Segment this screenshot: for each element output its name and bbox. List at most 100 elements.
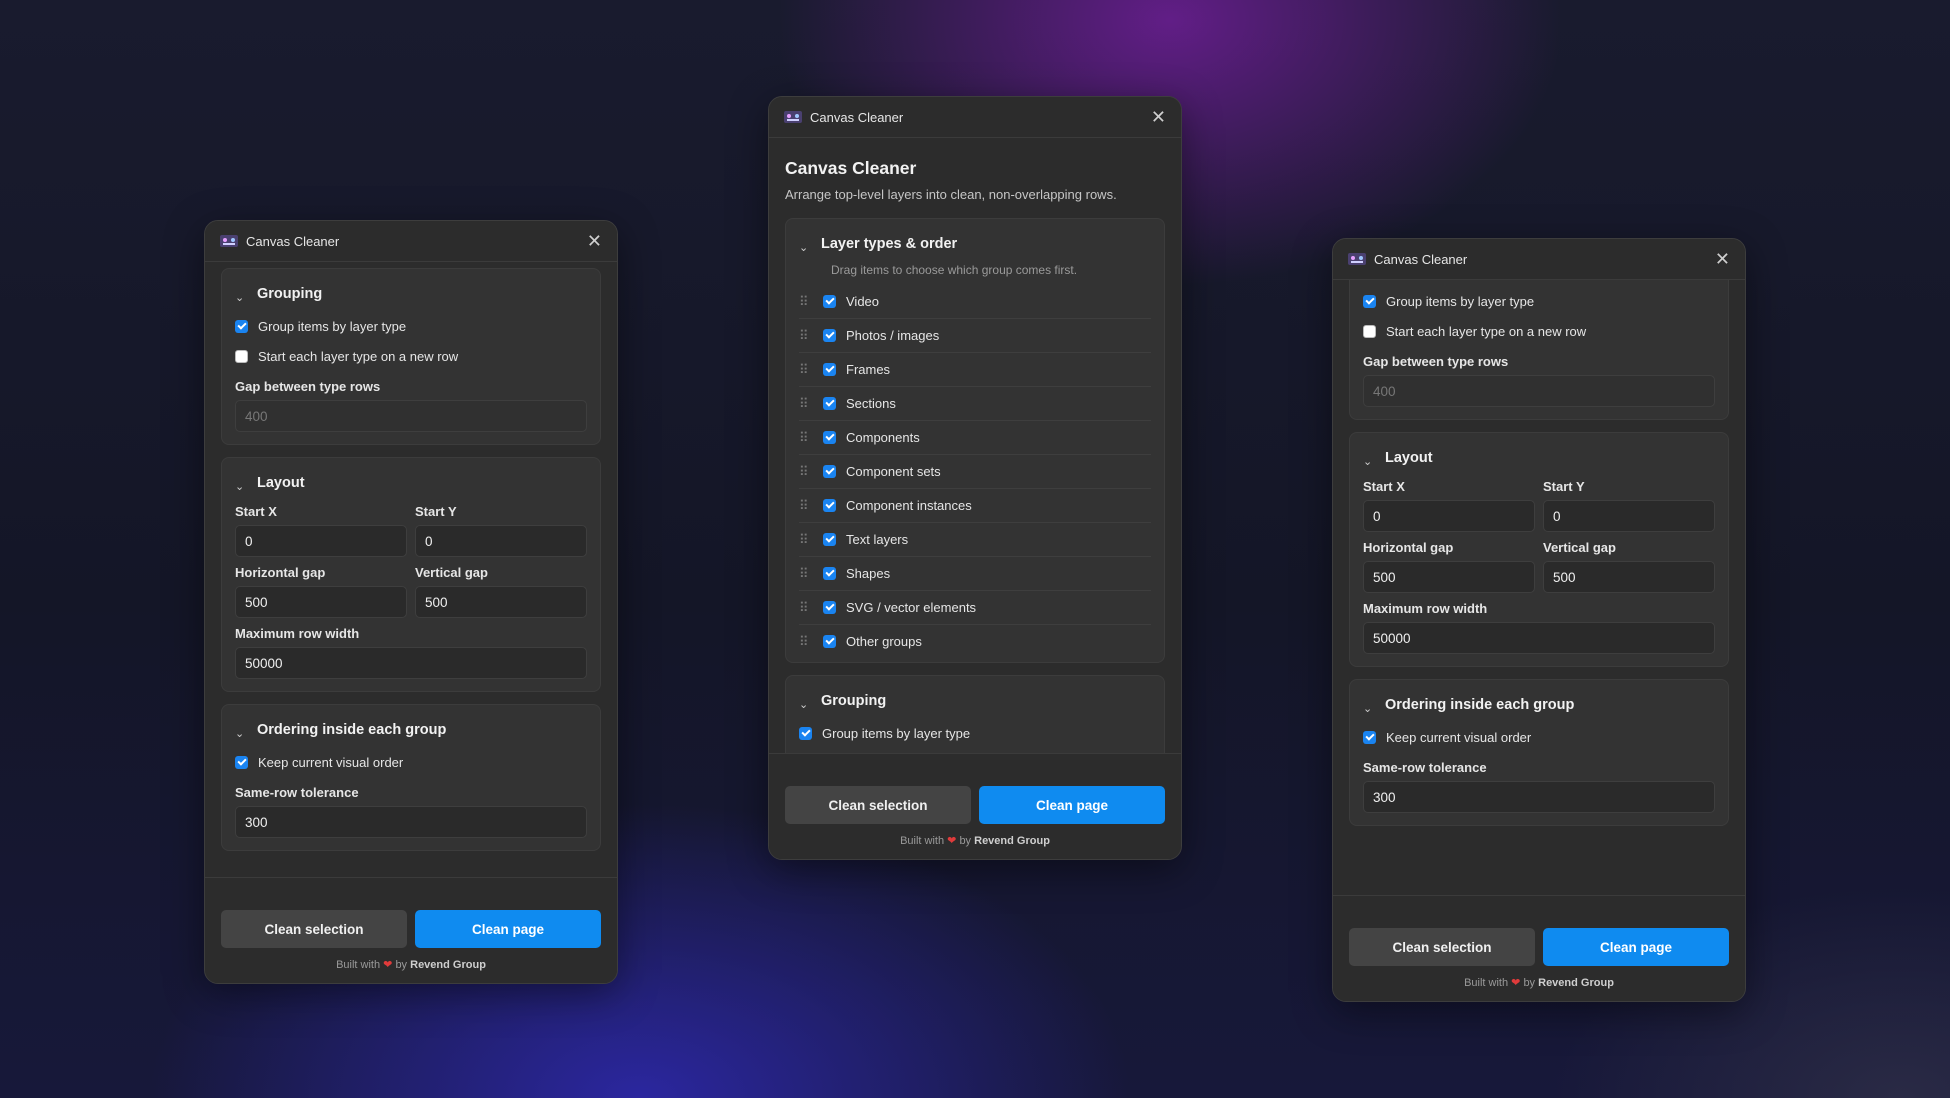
close-icon[interactable]: ✕: [1151, 108, 1166, 126]
layer-type-label: Sections: [846, 396, 896, 411]
checkbox-unchecked-icon[interactable]: [1363, 324, 1376, 338]
close-icon[interactable]: ✕: [587, 232, 602, 250]
max-row-width-input[interactable]: 50000: [1363, 622, 1715, 654]
keep-order-checkbox[interactable]: Keep current visual order: [235, 747, 587, 777]
start-x-input[interactable]: 0: [1363, 500, 1535, 532]
layer-type-row[interactable]: ⠿ Component instances: [799, 489, 1151, 523]
layer-type-row[interactable]: ⠿ Other groups: [799, 625, 1151, 658]
group-by-type-checkbox[interactable]: Group items by layer type: [235, 311, 587, 341]
checkbox-checked-icon[interactable]: [823, 329, 836, 342]
grouping-card: ⌄ Grouping Group items by layer type Sta…: [221, 268, 601, 445]
checkbox-checked-icon[interactable]: [823, 635, 836, 648]
clean-selection-button[interactable]: Clean selection: [1349, 928, 1535, 966]
drag-handle-icon[interactable]: ⠿: [799, 362, 823, 378]
drag-handle-icon[interactable]: ⠿: [799, 396, 823, 412]
heart-icon: ❤: [383, 959, 393, 971]
field-label: Same-row tolerance: [1363, 760, 1487, 775]
drag-handle-icon[interactable]: ⠿: [799, 600, 823, 616]
drag-handle-icon[interactable]: ⠿: [799, 430, 823, 446]
layer-type-row[interactable]: ⠿ Photos / images: [799, 319, 1151, 353]
new-row-checkbox[interactable]: Start each layer type on a new row: [1363, 316, 1715, 346]
vertical-gap-input[interactable]: 500: [1543, 561, 1715, 593]
horizontal-gap-input[interactable]: 500: [235, 586, 407, 618]
layout-header[interactable]: ⌄ Layout: [235, 470, 587, 496]
drag-handle-icon[interactable]: ⠿: [799, 328, 823, 344]
drag-handle-icon[interactable]: ⠿: [799, 634, 823, 650]
layout-header[interactable]: ⌄ Layout: [1363, 445, 1715, 471]
clean-selection-button[interactable]: Clean selection: [785, 786, 971, 824]
max-row-width-input[interactable]: 50000: [235, 647, 587, 679]
checkbox-checked-icon[interactable]: [823, 499, 836, 512]
tolerance-input[interactable]: 300: [235, 806, 587, 838]
checkbox-checked-icon[interactable]: [235, 755, 248, 769]
checkbox-label: Start each layer type on a new row: [258, 348, 459, 364]
clean-page-button[interactable]: Clean page: [1543, 928, 1729, 966]
clean-page-button[interactable]: Clean page: [415, 910, 601, 948]
checkbox-checked-icon[interactable]: [823, 465, 836, 478]
checkbox-checked-icon[interactable]: [799, 726, 812, 740]
drag-handle-icon[interactable]: ⠿: [799, 294, 823, 310]
horizontal-gap-input[interactable]: 500: [1363, 561, 1535, 593]
credit: Built with ❤ by Revend Group: [221, 958, 601, 971]
close-icon[interactable]: ✕: [1715, 250, 1730, 268]
checkbox-checked-icon[interactable]: [1363, 730, 1376, 744]
scroll-area[interactable]: Group items by layer type Start each lay…: [1333, 280, 1745, 900]
grouping-header[interactable]: ⌄ Grouping: [235, 281, 587, 307]
ordering-header[interactable]: ⌄ Ordering inside each group: [235, 717, 587, 743]
vertical-gap-input[interactable]: 500: [415, 586, 587, 618]
window-title: Canvas Cleaner: [1374, 251, 1468, 267]
drag-handle-icon[interactable]: ⠿: [799, 532, 823, 548]
layer-type-row[interactable]: ⠿ Shapes: [799, 557, 1151, 591]
credit-company[interactable]: Revend Group: [1538, 977, 1614, 989]
drag-handle-icon[interactable]: ⠿: [799, 566, 823, 582]
checkbox-checked-icon[interactable]: [235, 319, 248, 333]
layer-type-row[interactable]: ⠿ Component sets: [799, 455, 1151, 489]
layer-type-row[interactable]: ⠿ Video: [799, 285, 1151, 319]
ordering-card: ⌄ Ordering inside each group Keep curren…: [1349, 679, 1729, 826]
gap-input[interactable]: 400: [1363, 375, 1715, 407]
checkbox-unchecked-icon[interactable]: [235, 349, 248, 363]
layer-type-row[interactable]: ⠿ Components: [799, 421, 1151, 455]
checkbox-checked-icon[interactable]: [823, 533, 836, 546]
layer-type-label: Components: [846, 430, 920, 445]
layer-type-row[interactable]: ⠿ Sections: [799, 387, 1151, 421]
checkbox-checked-icon[interactable]: [823, 295, 836, 308]
group-by-type-checkbox[interactable]: Group items by layer type: [799, 718, 1151, 748]
start-x-input[interactable]: 0: [235, 525, 407, 557]
clean-page-button[interactable]: Clean page: [979, 786, 1165, 824]
ordering-header[interactable]: ⌄ Ordering inside each group: [1363, 692, 1715, 718]
field-label: Vertical gap: [1543, 540, 1616, 555]
drag-handle-icon[interactable]: ⠿: [799, 498, 823, 514]
checkbox-checked-icon[interactable]: [823, 431, 836, 444]
new-row-checkbox[interactable]: Start each layer type on a new row: [235, 341, 587, 371]
checkbox-checked-icon[interactable]: [823, 363, 836, 376]
layer-type-label: Shapes: [846, 566, 891, 581]
drag-handle-icon[interactable]: ⠿: [799, 464, 823, 480]
credit-prefix: Built with: [1464, 977, 1509, 989]
credit-company[interactable]: Revend Group: [410, 959, 486, 971]
checkbox-checked-icon[interactable]: [823, 397, 836, 410]
layer-type-list: ⠿ Video ⠿ Photos / images ⠿ Frames ⠿ Sections ⠿ C…: [799, 285, 1151, 658]
layer-types-header[interactable]: ⌄ Layer types & order: [799, 231, 1151, 257]
field-label: Start Y: [415, 504, 457, 519]
gap-input[interactable]: 400: [235, 400, 587, 432]
plugin-window-left: Canvas Cleaner ✕ ⌄ Grouping Group items …: [204, 220, 618, 984]
clean-selection-button[interactable]: Clean selection: [221, 910, 407, 948]
scroll-area[interactable]: Canvas Cleaner Arrange top-level layers …: [769, 138, 1181, 754]
credit-company[interactable]: Revend Group: [974, 835, 1050, 847]
start-row: Start X 0 Start Y 0: [1363, 471, 1715, 532]
start-y-input[interactable]: 0: [415, 525, 587, 557]
app-logo-icon: [784, 111, 802, 123]
layer-type-row[interactable]: ⠿ Frames: [799, 353, 1151, 387]
layer-type-row[interactable]: ⠿ Text layers: [799, 523, 1151, 557]
start-y-input[interactable]: 0: [1543, 500, 1715, 532]
tolerance-input[interactable]: 300: [1363, 781, 1715, 813]
group-by-type-checkbox[interactable]: Group items by layer type: [1363, 286, 1715, 316]
keep-order-checkbox[interactable]: Keep current visual order: [1363, 722, 1715, 752]
layer-type-row[interactable]: ⠿ SVG / vector elements: [799, 591, 1151, 625]
scroll-area[interactable]: ⌄ Grouping Group items by layer type Sta…: [205, 262, 617, 878]
checkbox-checked-icon[interactable]: [1363, 294, 1376, 308]
grouping-header[interactable]: ⌄ Grouping: [799, 688, 1151, 714]
checkbox-checked-icon[interactable]: [823, 567, 836, 580]
checkbox-checked-icon[interactable]: [823, 601, 836, 614]
